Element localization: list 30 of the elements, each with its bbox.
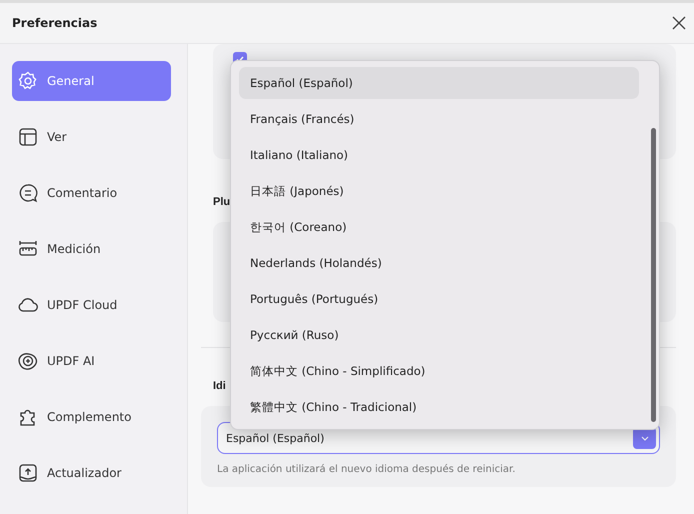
layout-icon [18, 127, 38, 147]
scrollbar[interactable] [651, 128, 656, 422]
section-heading: Idi [213, 380, 227, 392]
language-option[interactable]: 한국어 (Coreano) [239, 211, 639, 243]
close-icon[interactable] [672, 16, 686, 30]
sidebar-item[interactable]: Complemento [12, 397, 171, 437]
sidebar-item[interactable]: UPDF Cloud [12, 285, 171, 325]
language-option[interactable]: Nederlands (Holandés) [239, 247, 639, 279]
gear-icon [18, 71, 38, 91]
sidebar-item[interactable]: Comentario [12, 173, 171, 213]
language-option[interactable]: Italiano (Italiano) [239, 139, 639, 171]
sidebar-item[interactable]: General [12, 61, 171, 101]
language-option[interactable]: Português (Portugués) [239, 283, 639, 315]
language-option[interactable]: Русский (Ruso) [239, 319, 639, 351]
sidebar-item[interactable]: Actualizador [12, 453, 171, 493]
language-option[interactable]: Français (Francés) [239, 103, 639, 135]
window-title: Preferencias [12, 16, 98, 30]
upload-icon [18, 463, 38, 483]
sidebar-item[interactable]: Medición [12, 229, 171, 269]
ai-icon [18, 351, 38, 371]
sidebar-item[interactable]: Ver [12, 117, 171, 157]
language-option[interactable]: 日本語 (Japonés) [239, 175, 639, 207]
language-option[interactable]: 繁體中文 (Chino - Tradicional) [239, 391, 639, 423]
hint-text: La aplicación utilizará el nuevo idioma después de reiniciar. [217, 464, 516, 475]
language-option[interactable]: Español (Español) [239, 67, 639, 99]
chevron-down-icon [640, 436, 648, 440]
language-option[interactable]: 简体中文 (Chino - Simplificado) [239, 355, 639, 387]
section-heading: Plu [213, 196, 232, 208]
comment-icon [18, 183, 38, 203]
sidebar-item[interactable]: UPDF AI [12, 341, 171, 381]
